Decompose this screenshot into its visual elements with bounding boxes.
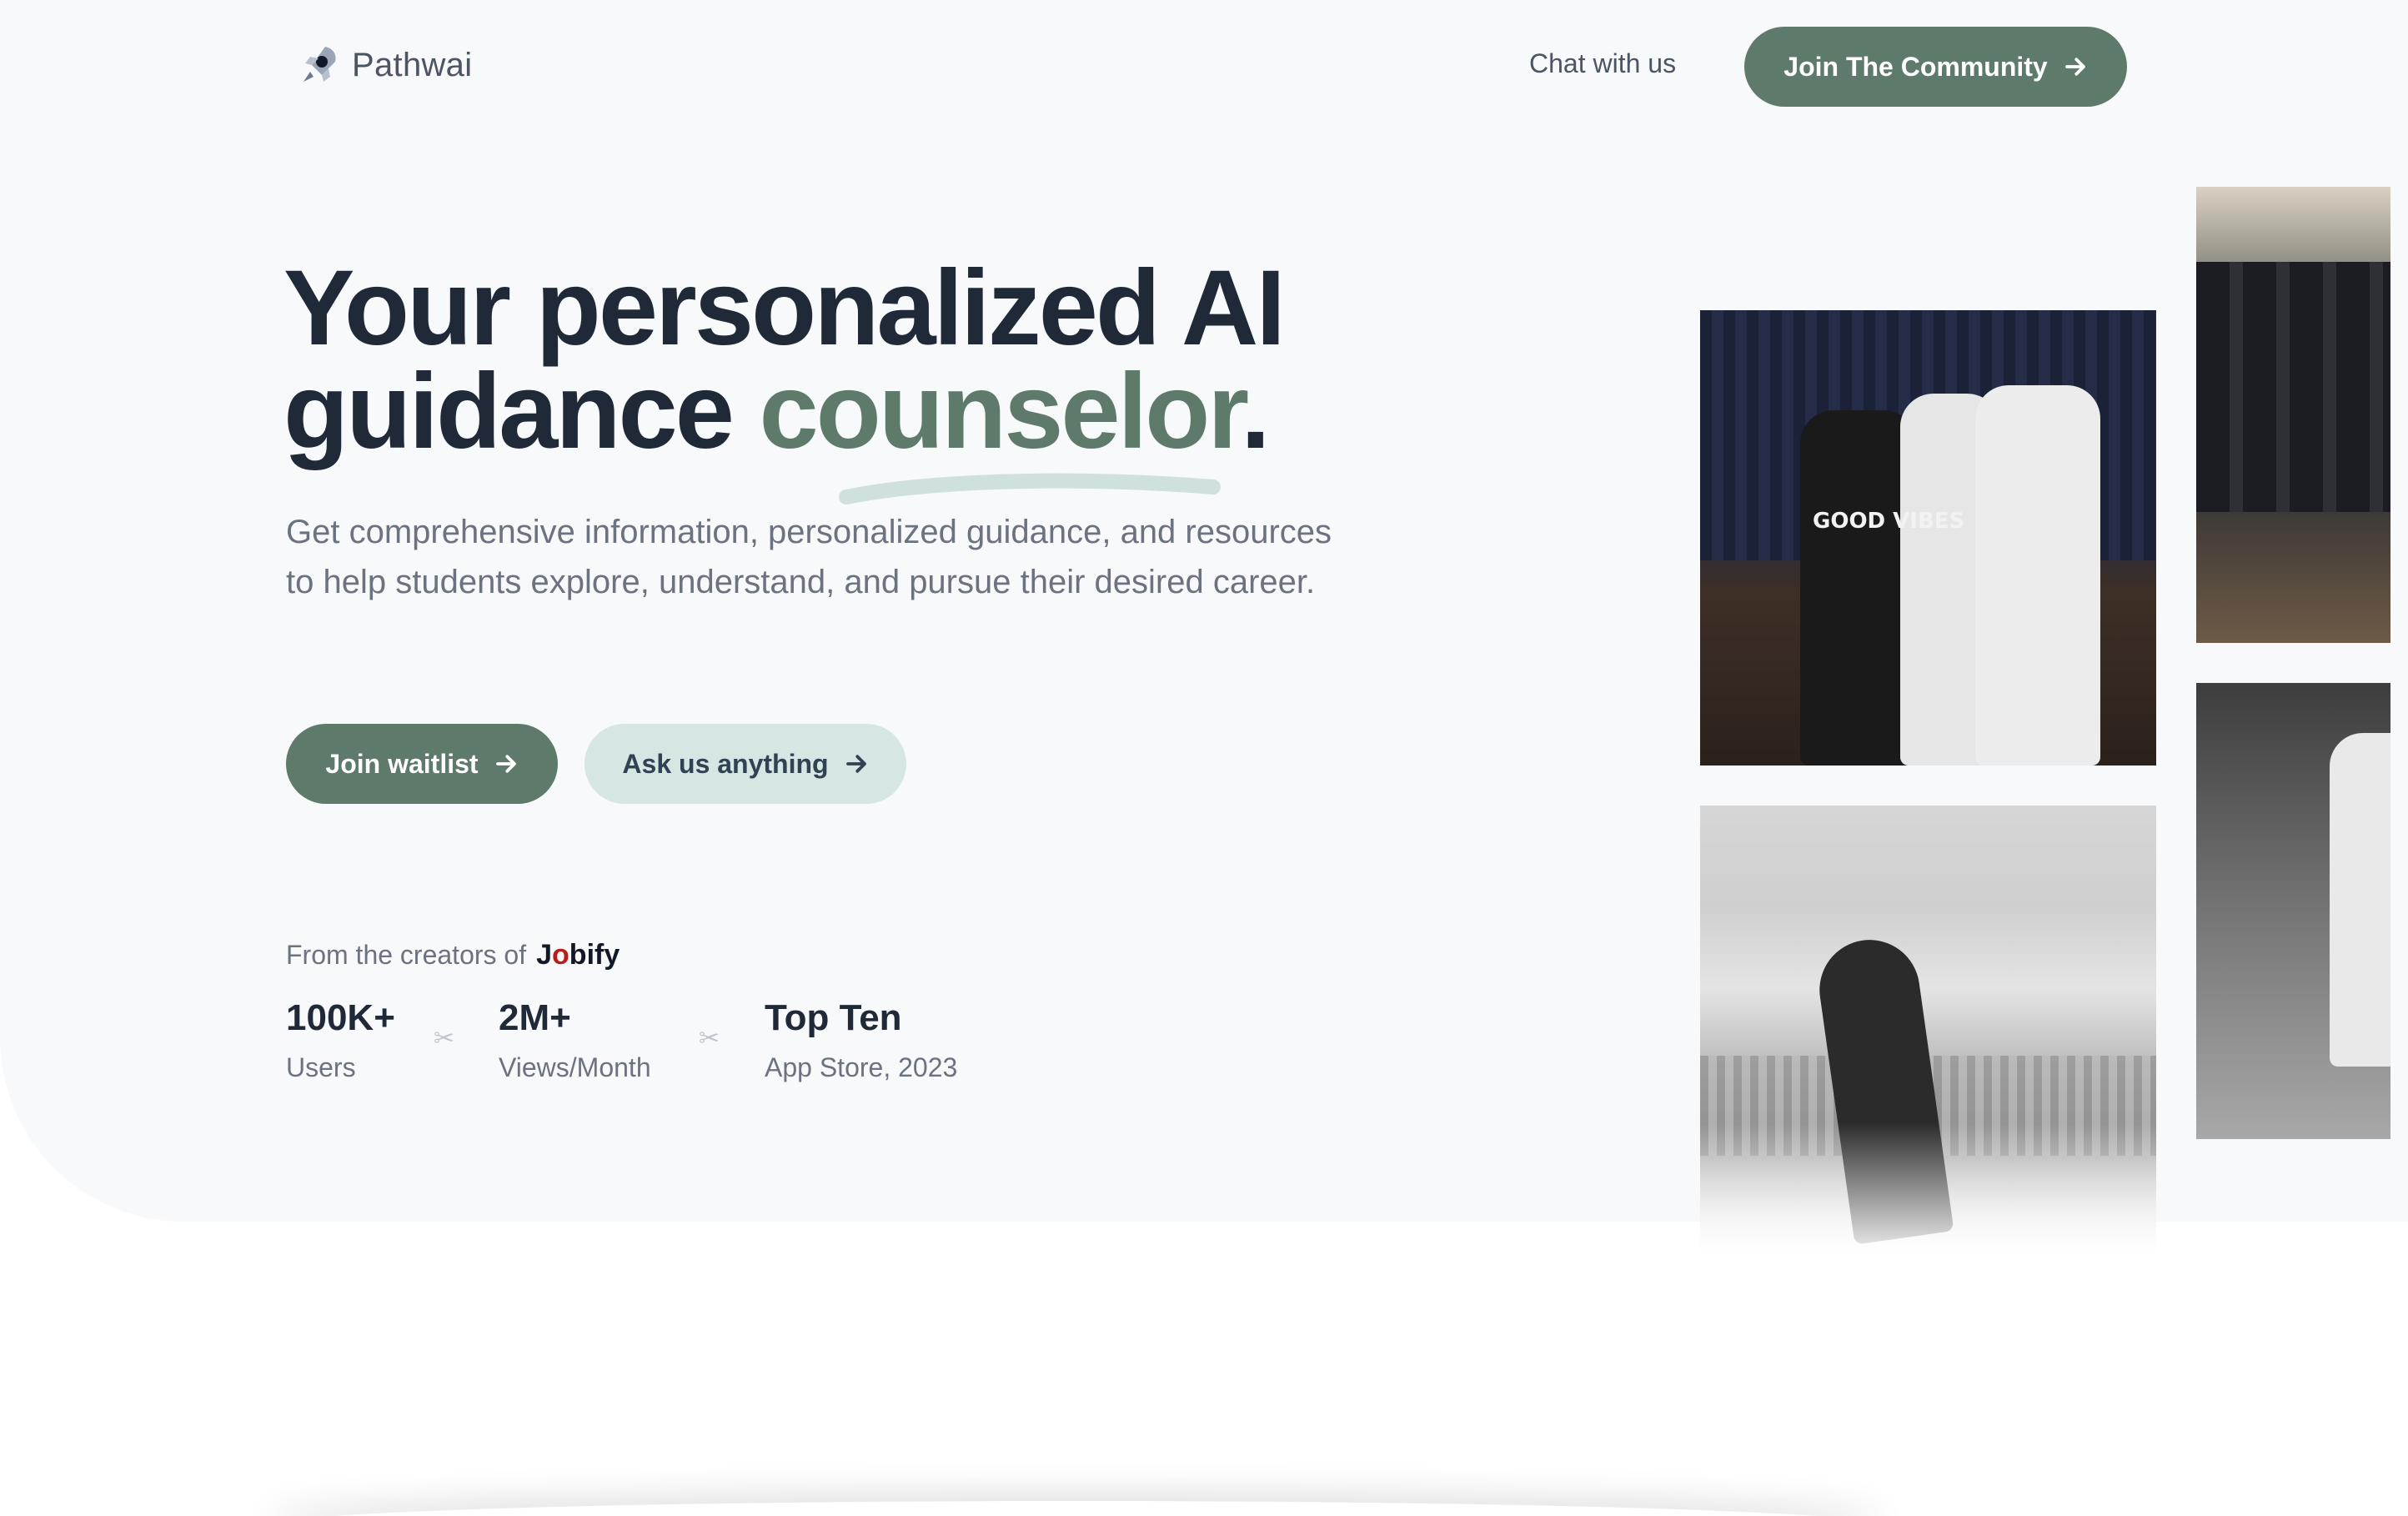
fade-overlay — [1700, 1122, 2156, 1264]
brand-name: Pathwai — [352, 46, 473, 83]
jobify-brand-j: J — [536, 939, 553, 971]
stat-users-value: 100K+ — [286, 997, 395, 1038]
join-waitlist-button[interactable]: Join waitlist — [286, 724, 558, 804]
group-people — [2196, 262, 2390, 512]
join-waitlist-label: Join waitlist — [325, 748, 479, 779]
join-community-button[interactable]: Join The Community — [1744, 27, 2127, 107]
photo-performer — [2196, 683, 2390, 1139]
photo-students-stage: GOOD VIBES — [1700, 310, 2156, 766]
rocket-logo-icon — [300, 43, 340, 87]
headline-period: . — [1241, 352, 1271, 471]
accent-underline — [839, 473, 1221, 504]
jobify-brand[interactable]: Jobify — [536, 939, 620, 971]
brand-logo[interactable]: Pathwai — [300, 43, 472, 87]
performer-figure — [2330, 733, 2390, 1067]
stat-views-value: 2M+ — [499, 997, 571, 1038]
arrow-right-icon — [2064, 58, 2085, 76]
next-section-shadow — [267, 1501, 1884, 1516]
jobify-brand-rest: bify — [569, 939, 620, 971]
stat-rank-label: App Store, 2023 — [765, 1052, 958, 1082]
jobify-brand-o: o — [552, 939, 569, 971]
shirt-text: GOOD VIBES — [1813, 509, 1965, 534]
ask-us-anything-label: Ask us anything — [622, 748, 829, 779]
creators-line: From the creators of Jobify — [286, 939, 620, 971]
student-figure — [1975, 385, 2100, 766]
arrow-right-icon — [495, 755, 516, 773]
hero-description: Get comprehensive information, personali… — [286, 514, 1332, 600]
stat-rank-value: Top Ten — [765, 997, 902, 1038]
ask-us-anything-button[interactable]: Ask us anything — [584, 724, 906, 804]
join-community-label: Join The Community — [1783, 51, 2048, 82]
stat-users-label: Users — [286, 1052, 356, 1082]
chat-with-us-link[interactable]: Chat with us — [1529, 48, 1676, 79]
stat-separator-icon: ✂ — [699, 1025, 720, 1052]
photo-speaker-crowd — [1700, 806, 2156, 1264]
page-title: Your personalized AI guidance counselor. — [283, 255, 1367, 465]
stat-separator-icon: ✂ — [434, 1025, 455, 1052]
photo-group-good-vibes — [2196, 187, 2390, 643]
headline-accent: counselor — [759, 352, 1243, 471]
student-figure — [1800, 410, 1917, 766]
arrow-right-icon — [845, 755, 866, 773]
stat-views-label: Views/Month — [499, 1052, 651, 1082]
creators-prefix: From the creators of — [286, 940, 527, 970]
